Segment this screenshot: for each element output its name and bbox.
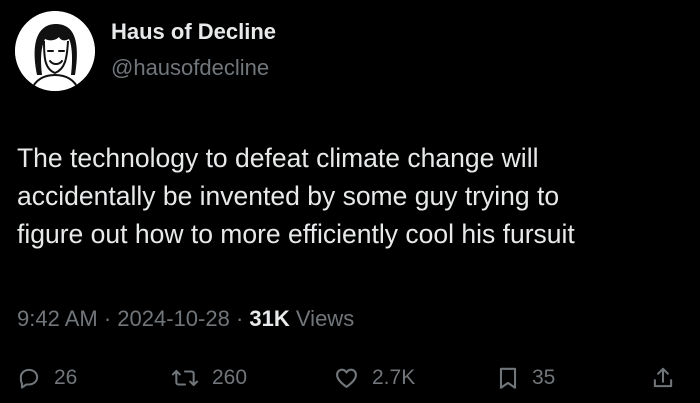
author-name[interactable]: Haus of Decline <box>111 19 276 45</box>
heart-icon <box>336 368 357 388</box>
reply-button[interactable]: 26 <box>16 360 77 396</box>
action-bar: 26 260 2.7K 35 <box>0 360 700 396</box>
views-count: 31K <box>249 306 290 331</box>
bookmark-button[interactable]: 35 <box>496 360 555 396</box>
meta-separator: · <box>235 306 244 331</box>
retweet-icon <box>171 369 199 387</box>
tweet-date[interactable]: 2024-10-28 <box>117 306 230 331</box>
like-count: 2.7K <box>372 366 416 389</box>
reply-count: 26 <box>54 366 78 389</box>
tweet-time[interactable]: 9:42 AM <box>17 306 98 331</box>
tweet-meta: 9:42 AM · 2024-10-28 · 31K Views <box>17 306 354 332</box>
bookmark-icon <box>499 367 517 389</box>
tweet-text-line: accidentally be invented by some guy try… <box>17 181 560 211</box>
avatar[interactable] <box>15 11 95 91</box>
tweet-text-line: The technology to defeat climate change … <box>17 143 539 173</box>
views-label: Views <box>295 306 355 331</box>
tweet-text: The technology to defeat climate change … <box>17 139 687 253</box>
meta-separator: · <box>103 306 112 331</box>
retweet-button[interactable]: 260 <box>170 360 247 396</box>
like-button[interactable]: 2.7K <box>333 360 415 396</box>
bookmark-count: 35 <box>532 366 556 389</box>
reply-icon <box>19 368 39 389</box>
share-icon <box>653 367 673 388</box>
share-button[interactable] <box>650 360 676 396</box>
avatar-face-icon <box>15 11 95 91</box>
author-handle[interactable]: @hausofdecline <box>111 55 269 81</box>
tweet-text-line: figure out how to more efficiently cool … <box>17 219 575 249</box>
retweet-count: 260 <box>212 366 248 389</box>
tweet: Haus of Decline @hausofdecline The techn… <box>0 0 700 403</box>
